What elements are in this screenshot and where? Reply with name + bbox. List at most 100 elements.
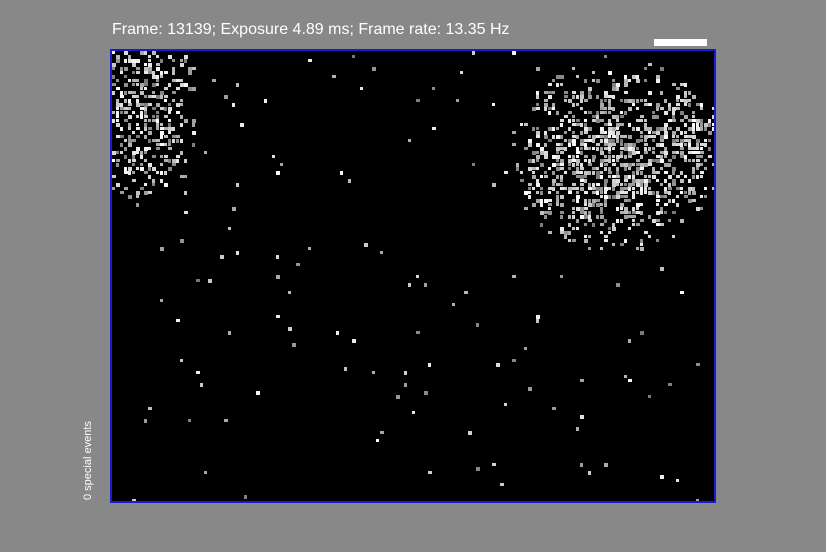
frame-pixel bbox=[608, 135, 611, 138]
frame-pixel bbox=[656, 107, 659, 111]
frame-pixel bbox=[240, 123, 244, 127]
frame-pixel bbox=[572, 163, 575, 167]
frame-pixel bbox=[132, 59, 136, 63]
frame-pixel bbox=[600, 127, 604, 131]
frame-pixel bbox=[116, 163, 119, 167]
frame-pixel bbox=[688, 147, 692, 150]
frame-pixel bbox=[116, 103, 120, 107]
frame-pixel bbox=[536, 155, 540, 159]
frame-pixel bbox=[608, 139, 612, 143]
frame-pixel bbox=[692, 131, 695, 134]
frame-pixel bbox=[584, 143, 587, 147]
frame-pixel bbox=[192, 143, 195, 147]
frame-pixel bbox=[580, 147, 583, 150]
frame-pixel bbox=[688, 91, 691, 95]
frame-pixel bbox=[576, 119, 580, 122]
frame-pixel bbox=[476, 467, 480, 471]
frame-pixel bbox=[704, 143, 707, 147]
frame-pixel bbox=[180, 63, 184, 67]
frame-pixel bbox=[620, 187, 624, 191]
frame-pixel bbox=[692, 187, 695, 191]
frame-pixel bbox=[532, 171, 535, 174]
frame-pixel bbox=[544, 103, 548, 107]
frame-pixel bbox=[568, 231, 571, 235]
frame-pixel bbox=[584, 223, 587, 226]
frame-pixel bbox=[704, 195, 707, 198]
frame-pixel bbox=[600, 187, 603, 191]
frame-pixel bbox=[628, 123, 631, 127]
frame-pixel bbox=[120, 191, 124, 194]
frame-pixel bbox=[608, 123, 612, 126]
frame-pixel bbox=[636, 99, 639, 103]
frame-pixel bbox=[612, 131, 615, 135]
frame-pixel bbox=[560, 175, 563, 179]
frame-pixel bbox=[708, 147, 711, 151]
camera-frame-view[interactable] bbox=[110, 49, 716, 503]
frame-pixel bbox=[152, 91, 155, 94]
frame-pixel bbox=[160, 135, 163, 139]
frame-pixel bbox=[124, 51, 128, 55]
frame-pixel bbox=[672, 83, 676, 86]
frame-pixel bbox=[588, 87, 592, 91]
frame-pixel bbox=[180, 83, 184, 87]
frame-pixel bbox=[600, 191, 603, 194]
frame-pixel bbox=[708, 155, 712, 158]
frame-pixel bbox=[560, 227, 564, 231]
frame-pixel bbox=[168, 159, 171, 163]
frame-pixel bbox=[608, 71, 612, 75]
frame-pixel bbox=[636, 183, 640, 187]
frame-pixel bbox=[616, 207, 619, 211]
frame-pixel bbox=[632, 191, 635, 195]
frame-pixel bbox=[636, 139, 640, 143]
frame-pixel bbox=[132, 71, 135, 74]
frame-pixel bbox=[652, 151, 655, 154]
frame-pixel bbox=[432, 87, 435, 90]
frame-pixel bbox=[544, 131, 547, 135]
frame-pixel bbox=[116, 159, 120, 162]
frame-pixel bbox=[648, 179, 651, 183]
frame-pixel bbox=[412, 411, 415, 414]
frame-pixel bbox=[624, 167, 627, 171]
frame-pixel bbox=[144, 135, 147, 139]
frame-pixel bbox=[452, 303, 455, 306]
frame-pixel bbox=[220, 255, 224, 259]
frame-pixel bbox=[492, 103, 495, 106]
frame-pixel bbox=[144, 115, 148, 118]
frame-pixel bbox=[624, 99, 628, 103]
frame-pixel bbox=[688, 187, 692, 191]
frame-pixel bbox=[560, 135, 563, 139]
frame-pixel bbox=[544, 215, 547, 219]
frame-pixel bbox=[160, 131, 164, 135]
frame-pixel bbox=[616, 183, 619, 186]
frame-pixel bbox=[564, 235, 567, 239]
frame-pixel bbox=[688, 151, 692, 154]
frame-pixel bbox=[600, 151, 604, 155]
frame-pixel bbox=[584, 191, 588, 194]
frame-pixel bbox=[144, 83, 148, 86]
frame-pixel bbox=[528, 159, 532, 163]
frame-pixel bbox=[596, 187, 600, 191]
frame-pixel bbox=[632, 171, 635, 175]
frame-pixel bbox=[712, 123, 714, 126]
frame-pixel bbox=[620, 115, 624, 118]
frame-pixel bbox=[620, 243, 624, 246]
frame-pixel bbox=[156, 83, 159, 86]
frame-pixel bbox=[552, 407, 556, 410]
frame-pixel bbox=[176, 135, 180, 138]
frame-pixel bbox=[168, 111, 171, 114]
frame-pixel bbox=[584, 79, 587, 83]
frame-pixel bbox=[308, 59, 312, 62]
frame-pixel bbox=[592, 167, 596, 170]
frame-pixel bbox=[144, 119, 147, 122]
frame-pixel bbox=[632, 179, 636, 183]
frame-pixel bbox=[236, 251, 239, 255]
frame-pixel bbox=[592, 71, 595, 74]
frame-pixel bbox=[556, 155, 560, 159]
frame-pixel bbox=[608, 231, 611, 234]
frame-pixel bbox=[688, 99, 691, 102]
frame-pixel bbox=[576, 167, 579, 171]
frame-pixel bbox=[148, 131, 152, 135]
frame-pixel bbox=[576, 195, 580, 199]
frame-pixel bbox=[532, 187, 535, 190]
frame-pixel bbox=[604, 139, 608, 143]
